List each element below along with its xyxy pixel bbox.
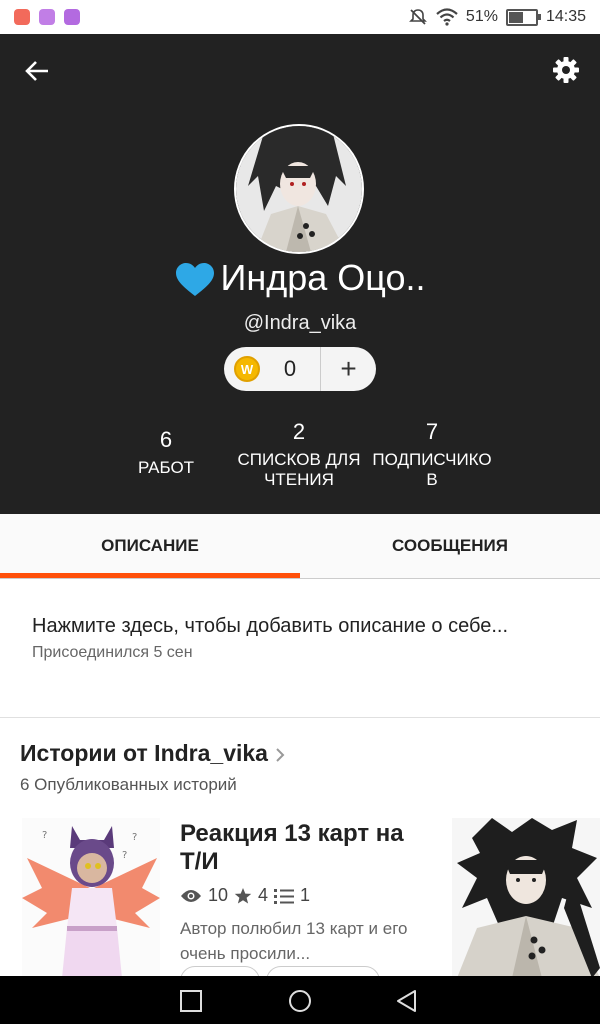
- stat-value: 6: [159, 427, 173, 452]
- coin-icon: W: [234, 356, 260, 382]
- profile-header: Индра Оцо.. @Indra_vika W 0 + 6 РАБОТ 2 …: [0, 34, 600, 514]
- display-name: Индра Оцо..: [220, 257, 426, 298]
- active-tab-indicator: [0, 573, 300, 578]
- home-button[interactable]: [287, 988, 313, 1014]
- tab-description[interactable]: ОПИСАНИЕ: [0, 514, 300, 578]
- stat-works[interactable]: 6 РАБОТ: [116, 426, 216, 478]
- mute-icon: [408, 9, 427, 25]
- story-excerpt: Автор полюбил 13 карт и его очень просил…: [180, 919, 408, 963]
- stat-value: 7: [425, 419, 439, 444]
- tab-messages[interactable]: СООБЩЕНИЯ: [300, 514, 600, 578]
- battery-percent: 51%: [465, 8, 498, 25]
- views-count: 10: [208, 885, 229, 905]
- story-title[interactable]: Реакция 13 карт на Т/И: [180, 820, 430, 876]
- gear-icon[interactable]: [550, 54, 582, 86]
- svg-text:?: ?: [132, 832, 137, 843]
- stat-label: РАБОТ: [137, 458, 195, 477]
- display-name-row: Индра Оцо..: [0, 252, 600, 304]
- parts-count: 1: [300, 885, 311, 905]
- stat-value: 2: [292, 419, 306, 444]
- story-cover[interactable]: [452, 818, 600, 978]
- heart-icon: [176, 263, 215, 297]
- system-nav-bar: [0, 976, 600, 1024]
- joined-date: Присоединился 5 сен: [32, 644, 193, 661]
- coin-count: 0: [283, 356, 297, 381]
- profile-tabs: ОПИСАНИЕ СООБЩЕНИЯ: [0, 514, 600, 579]
- status-bar: 51% 14:35: [0, 0, 600, 34]
- description-section[interactable]: Нажмите здесь, чтобы добавить описание о…: [0, 579, 600, 718]
- username: @Indra_vika: [243, 312, 357, 334]
- mail-icon: [14, 9, 30, 25]
- stories-heading[interactable]: Истории от Indra_vika: [20, 740, 286, 767]
- stories-count: 6 Опубликованных историй: [20, 775, 237, 794]
- recent-apps-button[interactable]: [178, 988, 204, 1014]
- avatar[interactable]: [234, 124, 364, 254]
- add-coins-button[interactable]: +: [321, 347, 376, 391]
- list-icon: [274, 888, 295, 904]
- stat-followers[interactable]: 7 ПОДПИСЧИКО В: [368, 418, 496, 490]
- story-cover[interactable]: ? ? ?: [22, 818, 160, 978]
- story-stats: 10 4 1: [180, 885, 310, 906]
- messenger-icon: [64, 9, 80, 25]
- battery-icon: [505, 8, 541, 26]
- stat-label: СПИСКОВ ДЛЯ ЧТЕНИЯ: [237, 450, 361, 489]
- stat-reading-lists[interactable]: 2 СПИСКОВ ДЛЯ ЧТЕНИЯ: [232, 418, 366, 490]
- coin-balance: W 0 +: [224, 347, 376, 391]
- add-description-prompt[interactable]: Нажмите здесь, чтобы добавить описание о…: [32, 615, 508, 638]
- chevron-right-icon: [276, 748, 285, 762]
- back-arrow-icon[interactable]: [22, 56, 52, 86]
- back-button[interactable]: [394, 988, 420, 1014]
- votes-count: 4: [258, 885, 269, 905]
- wifi-icon: [436, 8, 458, 26]
- svg-text:?: ?: [122, 850, 127, 861]
- eye-icon: [181, 889, 201, 902]
- star-icon: [234, 887, 252, 903]
- clock: 14:35: [545, 8, 586, 25]
- gallery-icon: [39, 9, 55, 25]
- svg-text:?: ?: [42, 830, 47, 841]
- stat-label: ПОДПИСЧИКО В: [372, 450, 492, 489]
